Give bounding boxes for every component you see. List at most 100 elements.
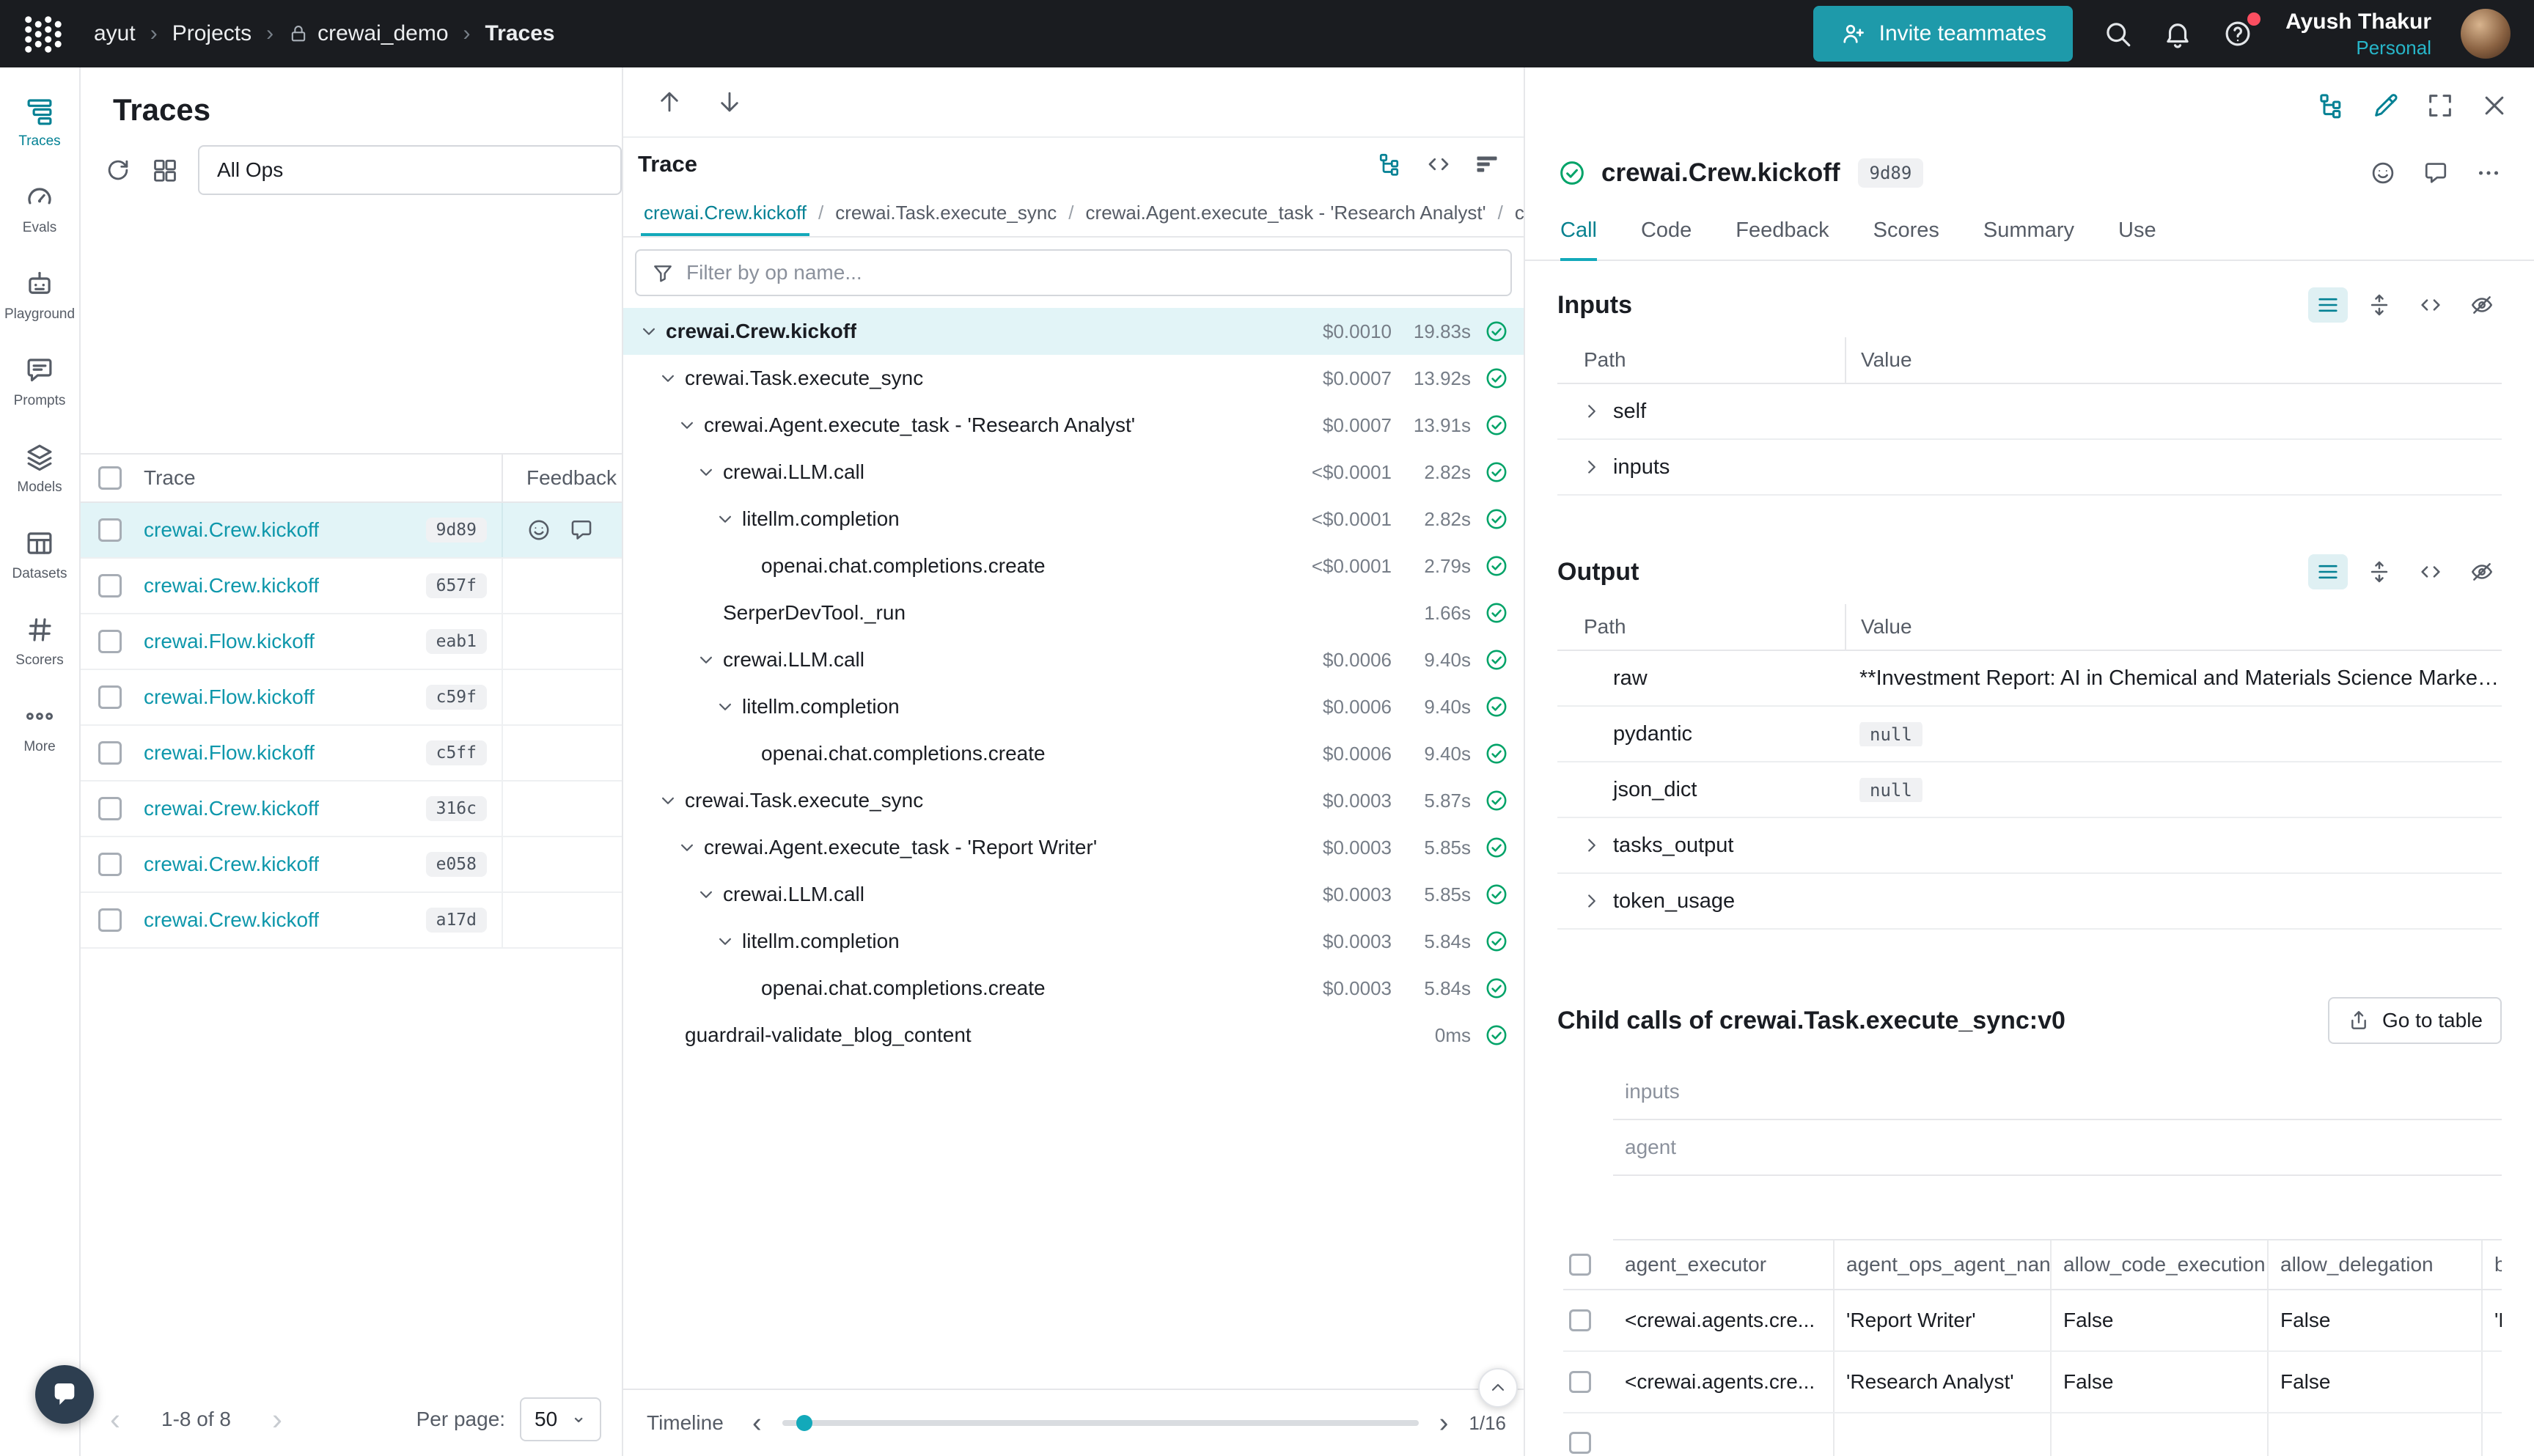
refresh-icon[interactable]: [104, 156, 132, 184]
trace-tree-node[interactable]: crewai.Agent.execute_task - 'Research An…: [623, 402, 1524, 449]
prev-page-icon[interactable]: ‹: [110, 1404, 120, 1435]
sidebar-item-more[interactable]: More: [0, 685, 79, 771]
chevron-down-icon[interactable]: [695, 649, 717, 671]
chevron-down-icon[interactable]: [695, 461, 717, 483]
trace-tree-node[interactable]: openai.chat.completions.create <$0.0001 …: [623, 543, 1524, 589]
hide-values-icon[interactable]: [2462, 287, 2502, 323]
trace-tree-node[interactable]: litellm.completion <$0.0001 2.82s: [623, 496, 1524, 543]
breadcrumb-project[interactable]: crewai_demo: [288, 21, 448, 46]
trace-breadcrumb-tab[interactable]: crewai.LLM.call: [1512, 193, 1524, 236]
row-checkbox[interactable]: [1569, 1309, 1591, 1331]
op-filter-input[interactable]: Filter by op name...: [635, 249, 1512, 296]
tab-code[interactable]: Code: [1641, 202, 1692, 261]
close-panel-icon[interactable]: [2480, 91, 2509, 120]
edit-icon[interactable]: [2371, 91, 2401, 120]
sidebar-item-playground[interactable]: Playground: [0, 252, 79, 339]
flame-graph-icon[interactable]: [1474, 151, 1500, 177]
row-checkbox[interactable]: [98, 908, 122, 932]
trace-breadcrumb-tab[interactable]: crewai.Agent.execute_task - 'Research An…: [1083, 193, 1489, 236]
chevron-down-icon[interactable]: [676, 414, 698, 436]
search-icon[interactable]: [2102, 18, 2133, 49]
column-header[interactable]: b: [2481, 1240, 2502, 1289]
child-call-row[interactable]: <crewai.agents.cre...'Research Analyst'F…: [1563, 1352, 2502, 1413]
chevron-right-icon[interactable]: [1581, 400, 1603, 422]
help-icon[interactable]: [2222, 18, 2253, 49]
select-all-checkbox[interactable]: [98, 466, 122, 490]
row-checkbox[interactable]: [98, 574, 122, 598]
trace-tree-node[interactable]: crewai.Task.execute_sync $0.0007 13.92s: [623, 355, 1524, 402]
comment-icon[interactable]: [2423, 160, 2449, 186]
chat-launcher[interactable]: [35, 1365, 94, 1424]
child-call-row[interactable]: <crewai.agents.cre...'Report Writer'Fals…: [1563, 1290, 2502, 1352]
row-checkbox[interactable]: [98, 518, 122, 542]
trace-list-row[interactable]: crewai.Flow.kickoff eab1: [81, 614, 622, 670]
trace-tree-node[interactable]: litellm.completion $0.0006 9.40s: [623, 683, 1524, 730]
select-all-checkbox[interactable]: [1569, 1254, 1591, 1276]
timeline-next-icon[interactable]: ›: [1439, 1409, 1449, 1437]
reaction-icon[interactable]: [526, 518, 551, 543]
tab-summary[interactable]: Summary: [1983, 202, 2074, 261]
chevron-right-icon[interactable]: [1581, 834, 1603, 856]
user-menu[interactable]: Ayush Thakur Personal: [2285, 7, 2431, 61]
trace-tree-node[interactable]: openai.chat.completions.create $0.0006 9…: [623, 730, 1524, 777]
go-to-table-button[interactable]: Go to table: [2328, 997, 2502, 1044]
sidebar-item-scorers[interactable]: Scorers: [0, 598, 79, 685]
pretty-view-icon[interactable]: [2308, 554, 2348, 589]
trace-list-row[interactable]: crewai.Flow.kickoff c59f: [81, 670, 622, 726]
timeline-prev-icon[interactable]: ‹: [752, 1409, 762, 1437]
hide-values-icon[interactable]: [2462, 554, 2502, 589]
trace-op-link[interactable]: crewai.Flow.kickoff: [144, 685, 315, 709]
trace-list-row[interactable]: crewai.Crew.kickoff 657f: [81, 559, 622, 614]
row-checkbox[interactable]: [98, 853, 122, 876]
row-checkbox[interactable]: [98, 741, 122, 765]
add-reaction-icon[interactable]: [2370, 160, 2396, 186]
timeline-slider-handle[interactable]: [796, 1415, 812, 1431]
avatar[interactable]: [2461, 9, 2511, 59]
tab-use[interactable]: Use: [2118, 202, 2156, 261]
chevron-down-icon[interactable]: [657, 790, 679, 812]
trace-tree-node[interactable]: crewai.LLM.call $0.0006 9.40s: [623, 636, 1524, 683]
trace-op-link[interactable]: crewai.Crew.kickoff: [144, 518, 319, 542]
trace-op-link[interactable]: crewai.Crew.kickoff: [144, 853, 319, 876]
previous-trace-icon[interactable]: [655, 88, 683, 116]
trace-op-link[interactable]: crewai.Flow.kickoff: [144, 630, 315, 653]
trace-tree-node[interactable]: crewai.LLM.call <$0.0001 2.82s: [623, 449, 1524, 496]
sidebar-item-prompts[interactable]: Prompts: [0, 339, 79, 425]
io-row[interactable]: pydantic null: [1557, 707, 2502, 762]
pretty-view-icon[interactable]: [2308, 287, 2348, 323]
json-view-icon[interactable]: [2411, 287, 2450, 323]
sidebar-item-traces[interactable]: Traces: [0, 79, 79, 166]
trace-tree-node[interactable]: litellm.completion $0.0003 5.84s: [623, 918, 1524, 965]
chevron-right-icon[interactable]: [1581, 456, 1603, 478]
notifications-icon[interactable]: [2162, 18, 2193, 49]
next-trace-icon[interactable]: [716, 88, 743, 116]
row-checkbox[interactable]: [1569, 1371, 1591, 1393]
json-view-icon[interactable]: [2411, 554, 2450, 589]
chevron-down-icon[interactable]: [695, 883, 717, 905]
per-page-select[interactable]: 50⌄: [520, 1397, 601, 1441]
chevron-down-icon[interactable]: [714, 930, 736, 952]
chevron-down-icon[interactable]: [676, 837, 698, 858]
trace-breadcrumb-tab[interactable]: crewai.Crew.kickoff: [641, 193, 809, 236]
breadcrumb-projects[interactable]: Projects: [172, 21, 251, 46]
io-row[interactable]: raw **Investment Report: AI in Chemical …: [1557, 651, 2502, 707]
io-row[interactable]: json_dict null: [1557, 762, 2502, 818]
trace-list-row[interactable]: crewai.Crew.kickoff a17d: [81, 893, 622, 949]
column-header[interactable]: agent_executor: [1613, 1240, 1833, 1289]
column-settings-icon[interactable]: [151, 156, 179, 184]
comment-icon[interactable]: [569, 518, 594, 543]
io-row[interactable]: token_usage: [1557, 874, 2502, 930]
trace-op-link[interactable]: crewai.Crew.kickoff: [144, 797, 319, 820]
chevron-down-icon[interactable]: [714, 508, 736, 530]
code-view-icon[interactable]: [1425, 151, 1452, 177]
timeline-slider[interactable]: [782, 1420, 1419, 1426]
trace-op-link[interactable]: crewai.Crew.kickoff: [144, 908, 319, 932]
row-checkbox[interactable]: [1569, 1432, 1591, 1454]
trace-list-row[interactable]: crewai.Flow.kickoff c5ff: [81, 726, 622, 782]
sidebar-item-models[interactable]: Models: [0, 425, 79, 512]
trace-list-row[interactable]: crewai.Crew.kickoff e058: [81, 837, 622, 893]
io-row[interactable]: inputs: [1557, 440, 2502, 496]
trace-op-link[interactable]: crewai.Crew.kickoff: [144, 574, 319, 598]
io-row[interactable]: self: [1557, 384, 2502, 440]
trace-list-row[interactable]: crewai.Crew.kickoff 9d89: [81, 503, 622, 559]
